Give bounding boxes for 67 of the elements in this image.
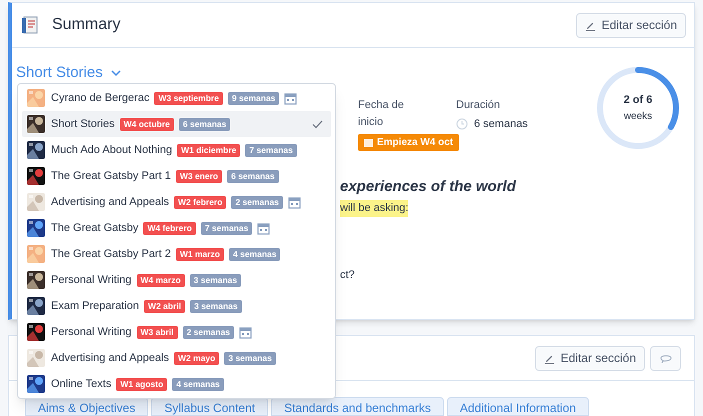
duration-badge: 6 semanas bbox=[227, 170, 279, 182]
duration-badge: 2 semanas bbox=[182, 326, 234, 338]
menu-item[interactable]: The Great Gatsby Part 1 W3 enero 6 semanas bbox=[22, 163, 331, 189]
edit-section-button[interactable]: Editar sección bbox=[576, 12, 686, 38]
menu-item[interactable]: Much Ado About Nothing W1 diciembre 7 semanas bbox=[22, 137, 331, 163]
menu-item[interactable]: The Great Gatsby Part 2 W1 marzo 4 semanas bbox=[22, 241, 331, 267]
start-date-label: Fecha de inicio bbox=[358, 98, 405, 130]
menu-item[interactable]: The Great Gatsby W4 febrero 7 semanas bbox=[22, 215, 331, 241]
start-week-badge: W1 marzo bbox=[176, 248, 224, 260]
duration-badge: 3 semanas bbox=[190, 274, 242, 286]
duration-badge: 6 semanas bbox=[178, 118, 230, 130]
duration-badge: 4 semanas bbox=[229, 248, 280, 260]
unit-name: Short Stories bbox=[51, 116, 115, 132]
start-badge: Empieza W4 oct bbox=[358, 134, 460, 150]
start-week-badge: W2 febrero bbox=[174, 196, 226, 208]
duration-badge: 7 semanas bbox=[245, 144, 297, 156]
duration-badge: 9 semanas bbox=[228, 92, 280, 104]
progress-value: 2 of 6 bbox=[624, 93, 652, 108]
comment-button[interactable] bbox=[650, 346, 681, 370]
menu-item[interactable]: Short Stories W4 octubre 6 semanas bbox=[22, 111, 331, 137]
unit-name: Advertising and Appeals bbox=[51, 194, 170, 210]
unit-name: Cyrano de Bergerac bbox=[51, 90, 150, 106]
start-week-badge: W3 enero bbox=[176, 170, 222, 182]
notebook-icon bbox=[20, 15, 40, 35]
start-week-badge: W2 mayo bbox=[174, 352, 220, 364]
highlighted-text: will be asking: bbox=[340, 200, 408, 216]
section-heading: experiences of the world bbox=[340, 176, 516, 196]
unit-name: The Great Gatsby Part 2 bbox=[51, 246, 171, 262]
unit-name: Personal Writing bbox=[51, 272, 132, 288]
section-title: Summary bbox=[52, 15, 120, 35]
duration-value: 6 semanas bbox=[474, 116, 528, 132]
unit-name: The Great Gatsby bbox=[51, 220, 138, 236]
menu-item[interactable]: Advertising and Appeals W2 febrero 2 semanas bbox=[22, 189, 331, 215]
checkmark-icon bbox=[312, 120, 323, 128]
speech-bubble-icon bbox=[660, 353, 672, 363]
unit-name: Much Ado About Nothing bbox=[51, 142, 172, 158]
unit-name: Advertising and Appeals bbox=[51, 350, 170, 366]
start-week-badge: W1 agosto bbox=[116, 378, 168, 390]
start-week-badge: W4 octubre bbox=[120, 118, 174, 130]
start-week-badge: W3 septiembre bbox=[154, 92, 223, 104]
duration-badge: 3 semanas bbox=[190, 300, 242, 312]
duration-badge: 3 semanas bbox=[224, 352, 276, 364]
start-week-badge: W2 abril bbox=[144, 300, 186, 312]
menu-item[interactable]: Online Texts W1 agosto 4 semanas bbox=[22, 371, 331, 397]
duration-label: Duración bbox=[456, 98, 502, 112]
body-text: ct? bbox=[340, 268, 355, 282]
unit-name: The Great Gatsby Part 1 bbox=[51, 168, 171, 184]
edit-section-button[interactable]: Editar sección bbox=[534, 346, 645, 370]
calendar-icon bbox=[364, 138, 373, 146]
menu-item[interactable]: Personal Writing W3 abril 2 semanas bbox=[22, 319, 331, 345]
start-week-badge: W3 abril bbox=[136, 326, 178, 338]
unit-name: Exam Preparation bbox=[51, 298, 140, 314]
menu-item[interactable]: Personal Writing W4 marzo 3 semanas bbox=[22, 267, 331, 293]
start-week-badge: W1 diciembre bbox=[177, 144, 240, 156]
unit-name: Online Texts bbox=[51, 376, 112, 392]
duration-badge: 4 semanas bbox=[172, 378, 224, 390]
start-week-badge: W4 marzo bbox=[136, 274, 185, 286]
unit-name: Personal Writing bbox=[51, 324, 132, 340]
menu-item[interactable]: Exam Preparation W2 abril 3 semanas bbox=[22, 293, 331, 319]
duration-badge: 7 semanas bbox=[200, 222, 252, 234]
duration-badge: 2 semanas bbox=[231, 196, 283, 208]
clock-icon bbox=[456, 118, 468, 130]
start-week-badge: W4 febrero bbox=[143, 222, 196, 234]
progress-unit: weeks bbox=[624, 110, 652, 124]
menu-item[interactable]: Advertising and Appeals W2 mayo 3 semanas bbox=[22, 345, 331, 371]
chevron-down-icon[interactable] bbox=[110, 70, 121, 77]
menu-item[interactable]: Cyrano de Bergerac W3 septiembre 9 semanas bbox=[22, 85, 331, 111]
